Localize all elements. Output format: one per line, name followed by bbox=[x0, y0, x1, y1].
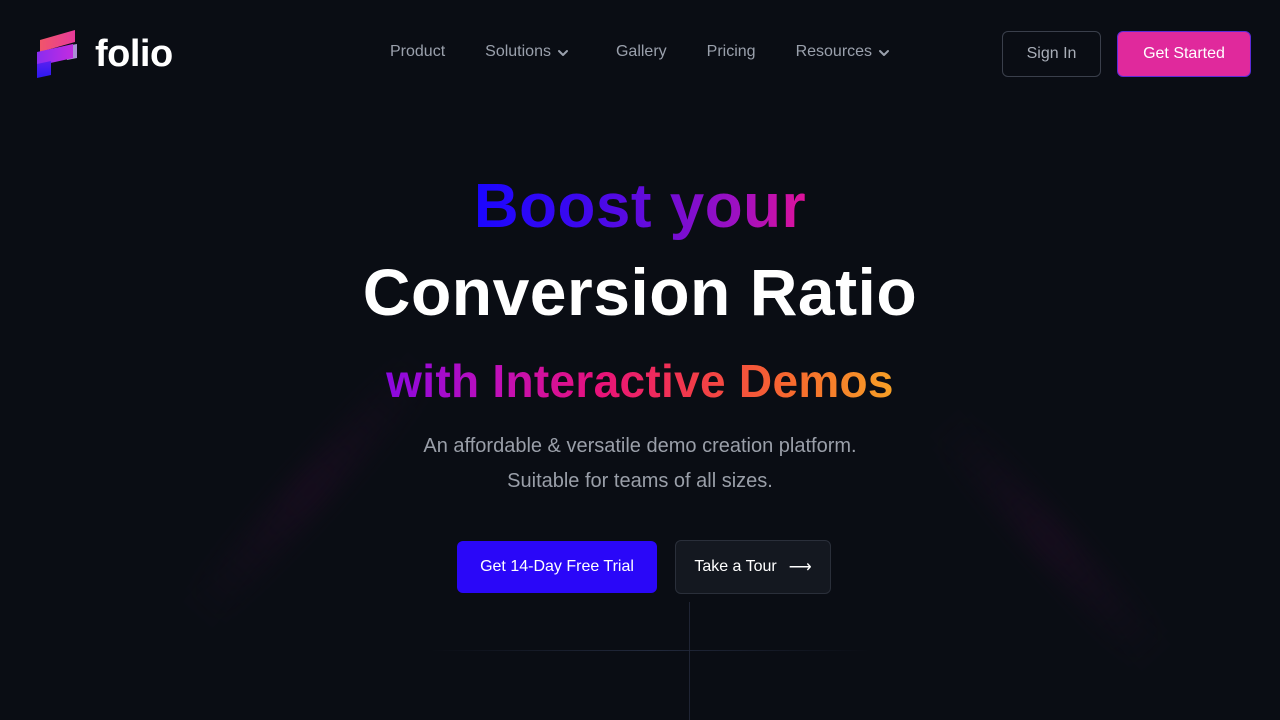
chevron-down-icon bbox=[878, 46, 890, 58]
nav-item-solutions[interactable]: Solutions bbox=[485, 43, 569, 61]
nav-item-gallery[interactable]: Gallery bbox=[616, 43, 667, 61]
headline-gradient-text-1: Boost your bbox=[473, 172, 807, 241]
nav-item-label: Solutions bbox=[485, 43, 551, 60]
sign-in-button[interactable]: Sign In bbox=[1002, 31, 1101, 77]
free-trial-button[interactable]: Get 14-Day Free Trial bbox=[457, 541, 657, 593]
headline-line-1: Boost your bbox=[0, 176, 1280, 238]
subtitle-line-2: Suitable for teams of all sizes. bbox=[507, 470, 773, 492]
get-started-button[interactable]: Get Started bbox=[1117, 31, 1251, 77]
main-nav: Product Solutions Gallery Pricing Resour… bbox=[390, 43, 930, 61]
nav-item-label: Resources bbox=[795, 43, 873, 60]
nav-item-product[interactable]: Product bbox=[390, 43, 445, 61]
arrow-right-icon: ⟶ bbox=[788, 559, 812, 576]
nav-item-label: Pricing bbox=[706, 43, 756, 60]
headline-line-3: with Interactive Demos bbox=[0, 358, 1280, 404]
nav-item-label: Product bbox=[390, 43, 446, 60]
headline-line-2: Conversion Ratio bbox=[362, 255, 918, 329]
background-vertical-line bbox=[689, 602, 690, 720]
brand-name: folio bbox=[95, 33, 173, 75]
chevron-down-icon bbox=[557, 46, 569, 58]
hero-subtitle: An affordable & versatile demo creation … bbox=[0, 429, 1280, 499]
nav-item-resources[interactable]: Resources bbox=[796, 43, 890, 61]
site-header: folio Product Solutions Gallery Pricing … bbox=[0, 0, 1280, 105]
logo-link[interactable]: folio bbox=[37, 30, 173, 78]
nav-item-label: Gallery bbox=[615, 43, 667, 60]
take-a-tour-label: Take a Tour bbox=[694, 558, 777, 575]
take-a-tour-button[interactable]: Take a Tour ⟶ bbox=[675, 540, 831, 594]
nav-item-pricing[interactable]: Pricing bbox=[707, 43, 756, 61]
folio-logo-icon bbox=[37, 30, 79, 78]
background-horizontal-line bbox=[430, 650, 870, 651]
headline-gradient-text-3: with Interactive Demos bbox=[386, 355, 894, 407]
subtitle-line-1: An affordable & versatile demo creation … bbox=[423, 435, 857, 457]
